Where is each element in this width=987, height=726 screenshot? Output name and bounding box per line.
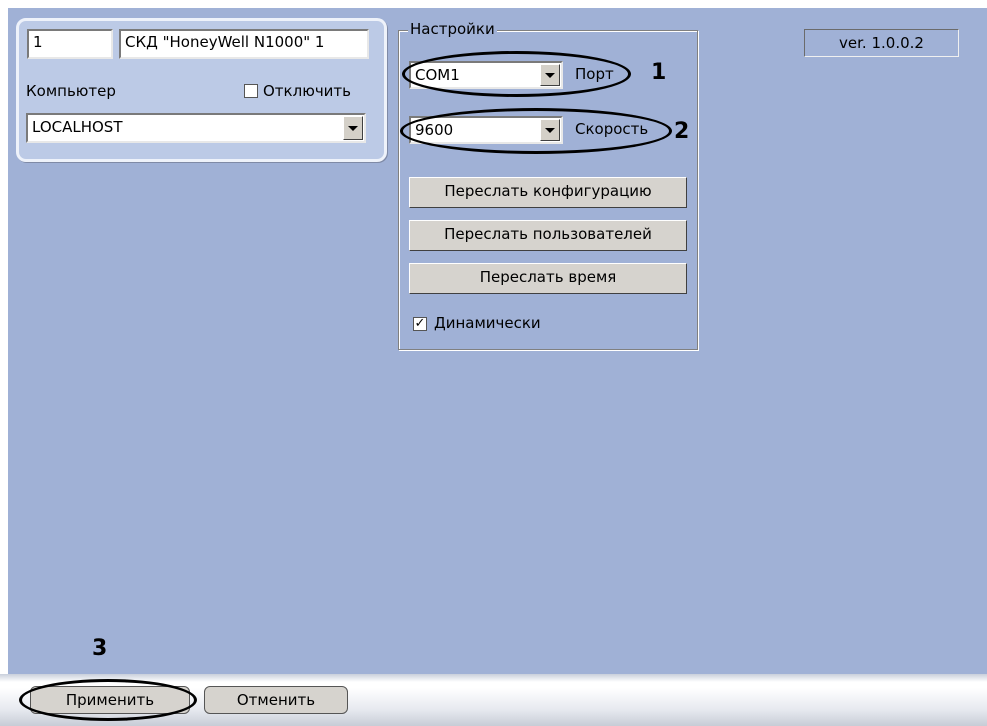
- send-config-button[interactable]: Переслать конфигурацию: [409, 177, 687, 208]
- send-users-label: Переслать пользователей: [444, 225, 652, 243]
- annotation-ellipse-port: [402, 51, 631, 97]
- disable-label: Отключить: [263, 82, 352, 100]
- annotation-ellipse-apply: [19, 679, 197, 721]
- dynamic-checkbox[interactable]: ✓: [413, 317, 427, 331]
- cancel-button[interactable]: Отменить: [204, 686, 348, 714]
- annotation-number-1: 1: [651, 60, 667, 85]
- dynamic-label: Динамически: [434, 314, 541, 332]
- send-config-label: Переслать конфигурацию: [444, 182, 652, 200]
- top-strip: [0, 0, 987, 8]
- chevron-down-icon[interactable]: [343, 116, 363, 140]
- cancel-label: Отменить: [236, 691, 316, 709]
- send-time-button[interactable]: Переслать время: [409, 263, 687, 294]
- version-label: ver. 1.0.0.2: [804, 29, 959, 57]
- computer-label: Компьютер: [26, 82, 116, 100]
- send-users-button[interactable]: Переслать пользователей: [409, 220, 687, 251]
- annotation-ellipse-speed: [400, 108, 672, 154]
- send-time-label: Переслать время: [479, 268, 617, 286]
- settings-group-title: Настройки: [408, 20, 497, 38]
- device-id-field[interactable]: 1: [27, 29, 113, 59]
- annotation-number-3: 3: [92, 636, 108, 661]
- disable-checkbox[interactable]: [244, 84, 258, 98]
- annotation-number-2: 2: [674, 119, 690, 144]
- left-strip: [0, 0, 8, 674]
- computer-select-value: LOCALHOST: [32, 118, 123, 136]
- computer-select[interactable]: LOCALHOST: [26, 113, 366, 143]
- device-name-field[interactable]: СКД "HoneyWell N1000" 1: [119, 29, 369, 59]
